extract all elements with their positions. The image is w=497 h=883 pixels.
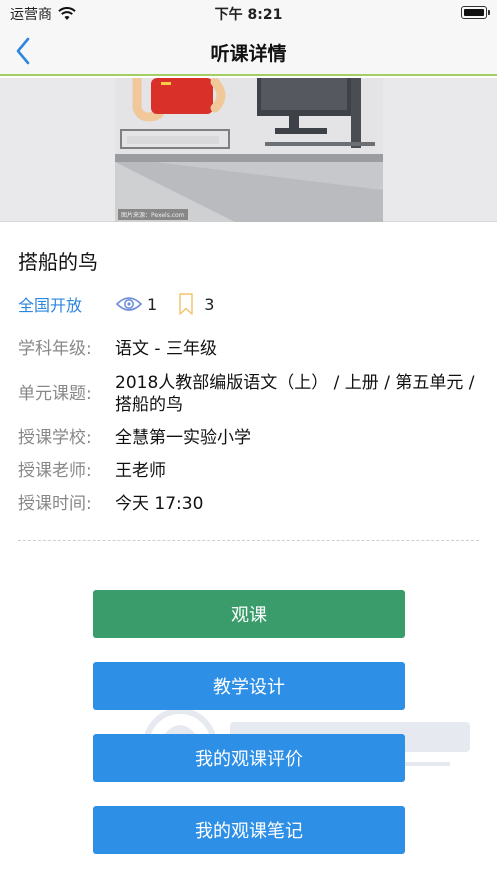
info-row-time: 授课时间: 今天 17:30 — [18, 493, 480, 515]
info-row-unit: 单元课题: 2018人教部编版语文（上） / 上册 / 第五单元 / 搭船的鸟 — [18, 372, 480, 416]
navigation-bar: 听课详情 — [0, 26, 497, 76]
battery-tip — [488, 10, 490, 15]
status-time: 下午 8:21 — [214, 7, 283, 23]
info-label: 授课时间: — [18, 494, 92, 514]
open-scope-tag[interactable]: 全国开放 — [18, 292, 82, 316]
info-row-subject: 学科年级: 语文 - 三年级 — [18, 338, 480, 360]
info-label: 学科年级: — [18, 339, 92, 359]
section-divider — [18, 540, 479, 541]
info-row-teacher: 授课老师: 王老师 — [18, 460, 480, 482]
my-notes-button[interactable]: 我的观课笔记 — [93, 806, 405, 854]
watch-lesson-button[interactable]: 观课 — [93, 590, 405, 638]
video-preview[interactable]: 图片来源：Pexels.com — [0, 78, 497, 222]
bookmark-count: 3 — [204, 294, 215, 314]
info-value: 今天 17:30 — [115, 494, 204, 514]
battery-level — [464, 9, 484, 16]
info-value: 2018人教部编版语文（上） / 上册 / 第五单元 / 搭船的鸟 — [115, 373, 475, 415]
video-thumbnail-image[interactable] — [115, 78, 383, 222]
views-count: 1 — [147, 294, 158, 314]
info-label: 单元课题: — [18, 384, 92, 404]
info-row-school: 授课学校: 全慧第一实验小学 — [18, 427, 480, 449]
bookmark-icon[interactable] — [178, 293, 194, 315]
battery-icon — [461, 6, 490, 19]
page-title: 听课详情 — [210, 43, 287, 65]
status-bar: 运营商 下午 8:21 — [0, 0, 497, 26]
info-value: 王老师 — [115, 461, 166, 481]
info-label: 授课学校: — [18, 428, 92, 448]
eye-icon — [115, 297, 143, 311]
info-label: 授课老师: — [18, 461, 92, 481]
lesson-meta-row: 全国开放 1 3 — [18, 292, 214, 316]
my-review-button[interactable]: 我的观课评价 — [93, 734, 405, 782]
info-value: 全慧第一实验小学 — [115, 428, 251, 448]
image-credit: 图片来源：Pexels.com — [118, 209, 188, 220]
teaching-design-button[interactable]: 教学设计 — [93, 662, 405, 710]
info-value: 语文 - 三年级 — [115, 339, 217, 359]
lesson-title: 搭船的鸟 — [18, 250, 98, 274]
